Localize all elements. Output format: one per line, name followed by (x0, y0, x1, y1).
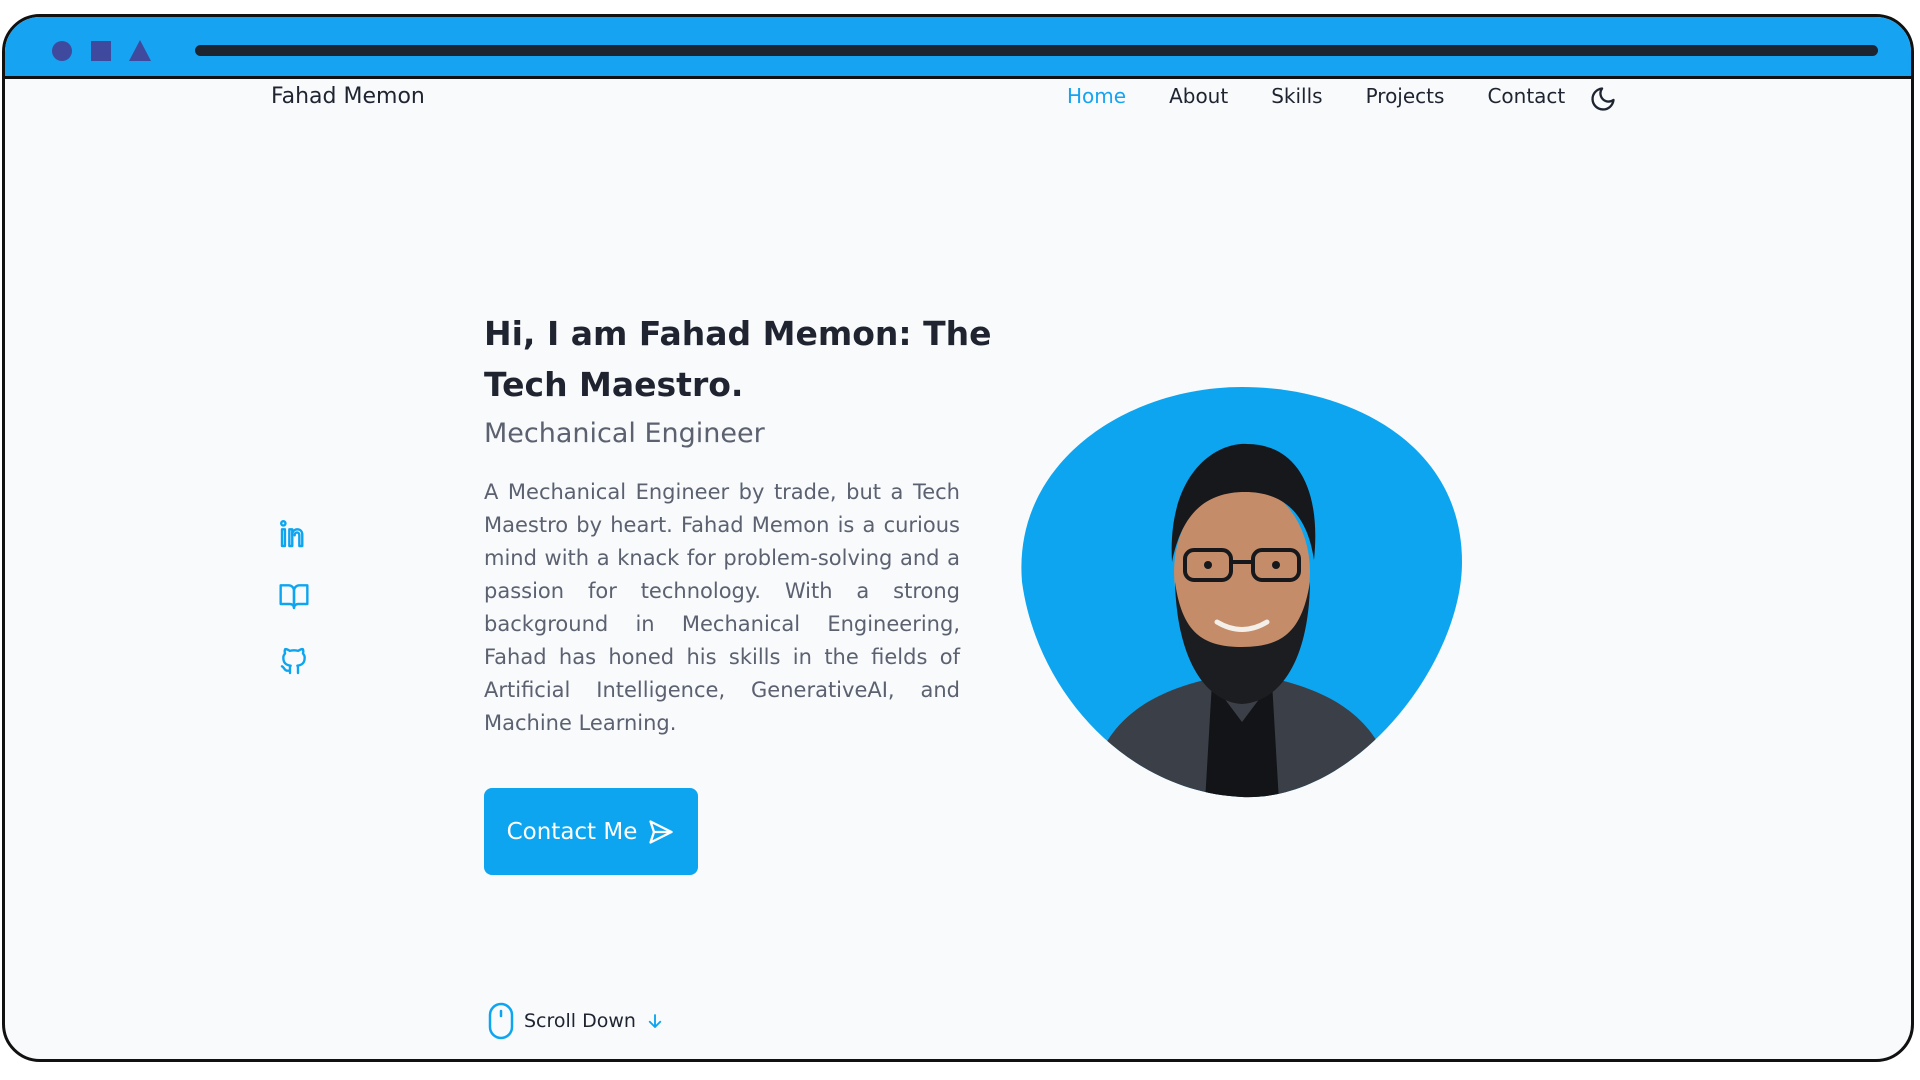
arrow-down-icon (648, 1014, 662, 1028)
scroll-down-label: Scroll Down (524, 1010, 636, 1032)
circle-control-icon[interactable] (52, 41, 72, 61)
scroll-down-link[interactable]: Scroll Down (488, 1002, 664, 1040)
linkedin-icon[interactable] (278, 518, 310, 550)
moon-icon[interactable] (1589, 85, 1617, 113)
book-open-icon[interactable] (278, 580, 310, 612)
triangle-control-icon[interactable] (129, 40, 151, 61)
browser-toolbar (5, 17, 1911, 79)
address-bar[interactable] (195, 45, 1878, 56)
hero-headline: Hi, I am Fahad Memon: The Tech Maestro. (484, 314, 992, 404)
send-icon (649, 819, 674, 844)
hero-subtitle: Mechanical Engineer (484, 418, 765, 449)
nav-about[interactable]: About (1169, 84, 1228, 108)
nav-home[interactable]: Home (1067, 84, 1126, 108)
contact-me-label: Contact Me (506, 818, 638, 845)
nav-contact[interactable]: Contact (1487, 84, 1565, 108)
profile-portrait (1021, 387, 1462, 798)
contact-me-button[interactable]: Contact Me (484, 788, 698, 875)
mouse-icon (488, 1002, 514, 1040)
nav-projects[interactable]: Projects (1366, 84, 1445, 108)
hero-description: A Mechanical Engineer by trade, but a Te… (484, 480, 960, 735)
main-nav: Home About Skills Projects Contact (1067, 84, 1608, 108)
square-control-icon[interactable] (91, 41, 111, 61)
site-brand[interactable]: Fahad Memon (271, 84, 425, 109)
github-icon[interactable] (278, 645, 310, 677)
nav-skills[interactable]: Skills (1271, 84, 1322, 108)
